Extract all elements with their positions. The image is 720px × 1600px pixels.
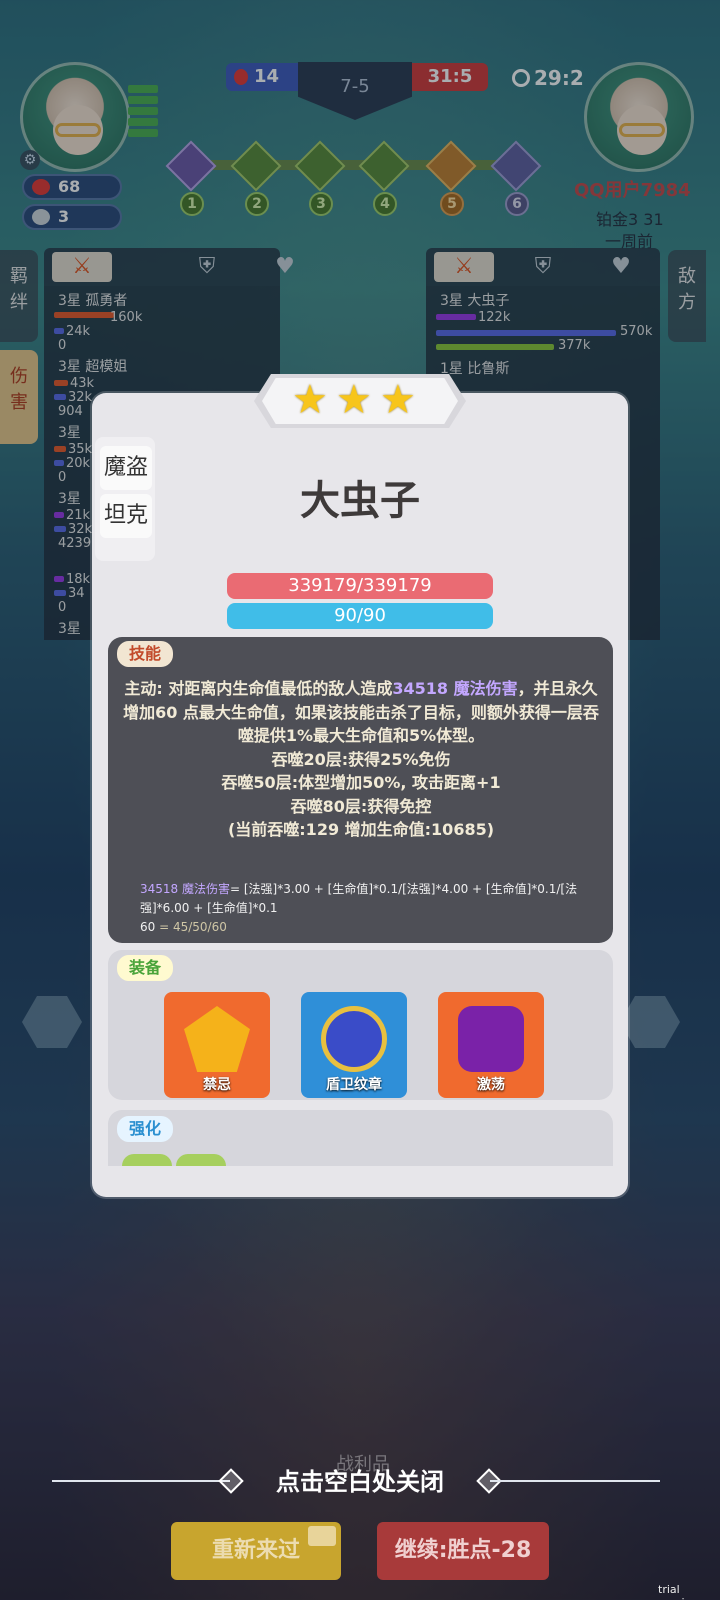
star-icon: ★ xyxy=(336,377,372,423)
unit-name: 大虫子 xyxy=(300,478,420,524)
star-icon: ★ xyxy=(380,377,416,423)
skill-label: 技能 xyxy=(117,641,174,667)
divider xyxy=(52,1480,230,1482)
video-icon xyxy=(308,1526,336,1546)
equipment-slot[interactable]: 禁忌 xyxy=(164,992,270,1098)
equipment-slot[interactable]: 盾卫纹章 xyxy=(301,992,407,1098)
close-hint: 点击空白处关闭 xyxy=(276,1468,444,1496)
mana-bar: 90/90 xyxy=(227,603,493,629)
divider xyxy=(490,1480,660,1482)
trait-tank[interactable]: 坦克 xyxy=(100,494,152,538)
guardian-emblem-icon xyxy=(321,1006,387,1072)
trial-watermark: trial version xyxy=(658,1583,698,1600)
surge-orb-icon xyxy=(458,1006,524,1072)
enhancement-section xyxy=(108,1110,613,1166)
enhancement-chip[interactable] xyxy=(176,1154,226,1166)
enhancement-label: 强化 xyxy=(117,1116,174,1142)
damage-formula: 34518 魔法伤害= [法强]*3.00 + [生命值]*0.1/[法强]*4… xyxy=(140,882,578,934)
continue-button[interactable]: 继续:胜点-28 xyxy=(377,1522,549,1580)
trait-thief[interactable]: 魔盗 xyxy=(100,446,152,490)
equipment-label: 装备 xyxy=(117,955,174,981)
star-icon: ★ xyxy=(292,377,328,423)
skill-description: 主动: 对距离内生命值最低的敌人造成34518 魔法伤害，并且永久增加60 点最… xyxy=(123,679,599,839)
equipment-slot[interactable]: 激荡 xyxy=(438,992,544,1098)
forbidden-gem-icon xyxy=(184,1006,250,1072)
enhancement-chip[interactable] xyxy=(122,1154,172,1166)
hp-bar: 339179/339179 xyxy=(227,573,493,599)
